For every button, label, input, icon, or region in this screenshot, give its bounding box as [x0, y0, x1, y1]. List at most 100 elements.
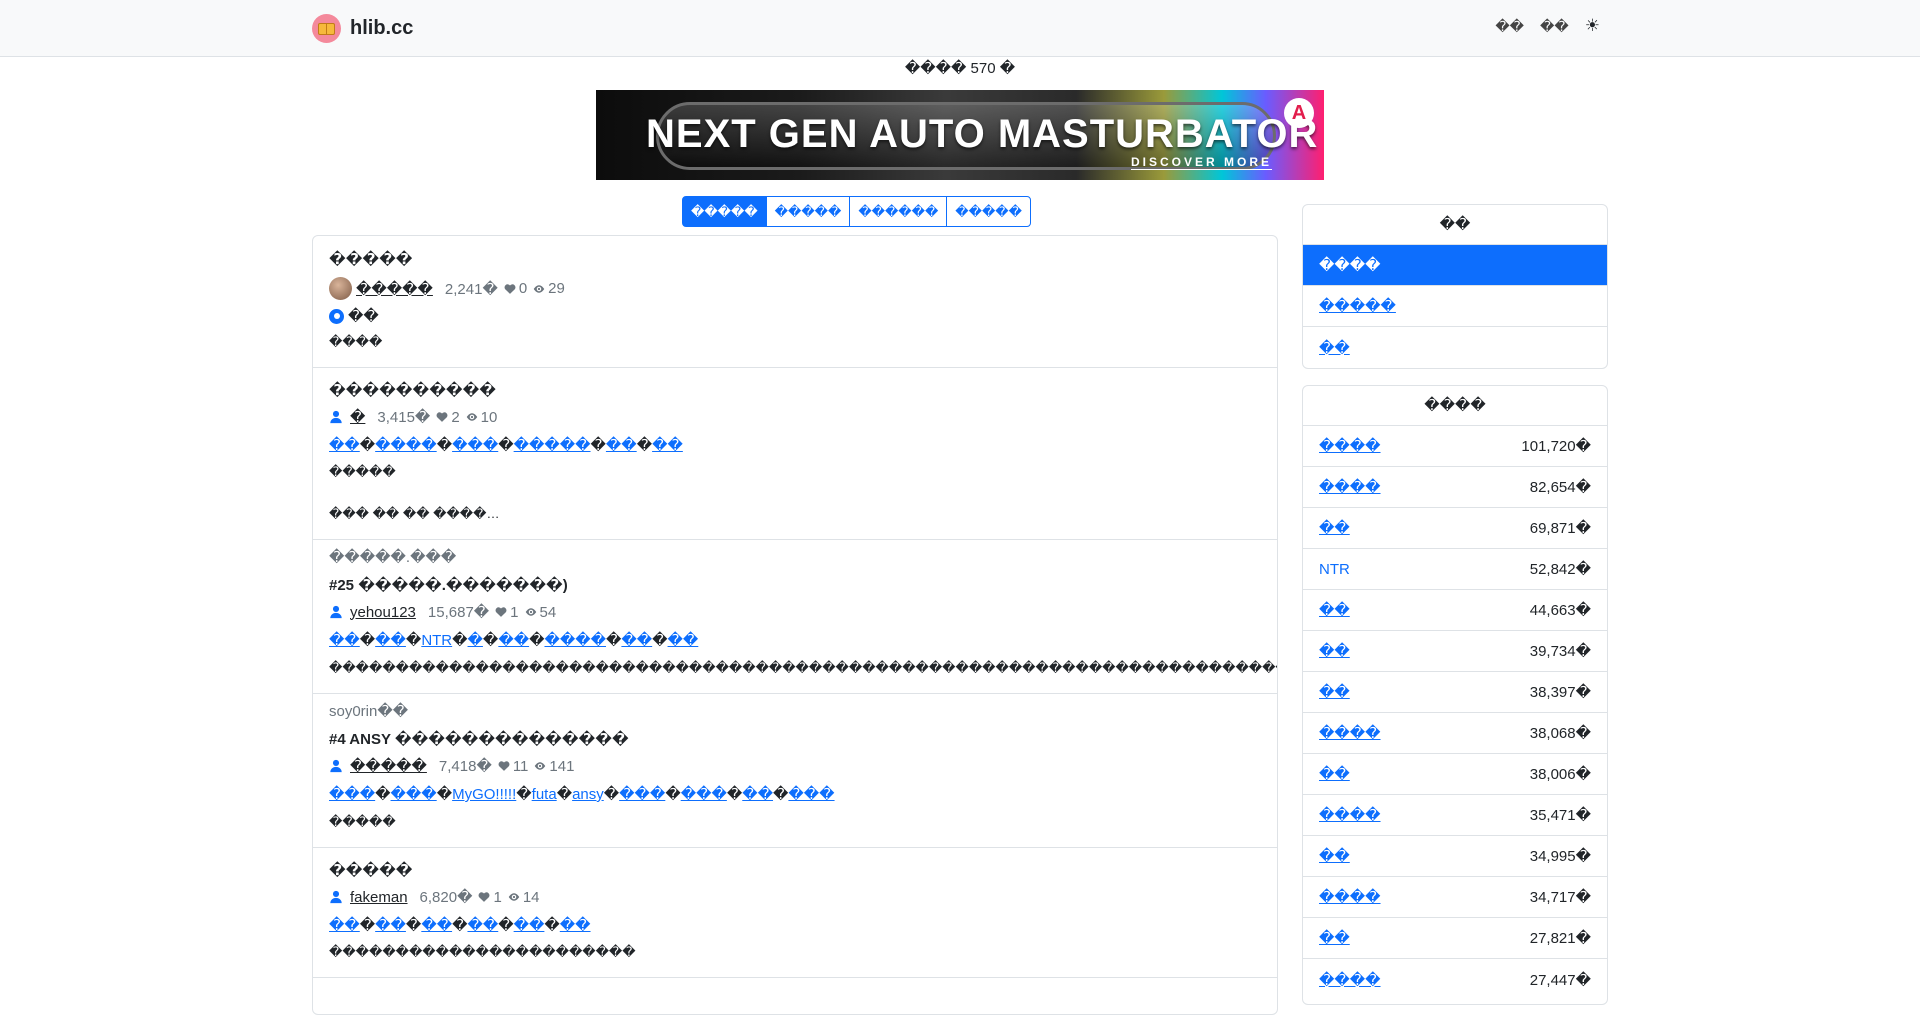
tag-link[interactable]: � [468, 632, 483, 649]
sort-tab-2[interactable]: ����� [765, 196, 851, 227]
sidebar-tag-name[interactable]: �� [1319, 929, 1350, 947]
post-title[interactable]: #4 ANSY �������������� [329, 730, 629, 748]
tag-link[interactable]: ��� [788, 786, 834, 803]
sidebar-tag-row[interactable]: ���� 101,720� [1303, 426, 1607, 467]
tag-link[interactable]: ����� [514, 437, 591, 454]
sidebar-tag-name[interactable]: NTR [1319, 561, 1350, 578]
post-item[interactable]: ����� ����� 2,241� 0 29 �� ���� [313, 236, 1277, 368]
sidebar-tag-row[interactable]: �� 69,871� [1303, 508, 1607, 549]
tag-link[interactable]: �� [652, 437, 683, 454]
post-author[interactable]: ����� [350, 757, 427, 775]
tag-link[interactable]: �� [560, 917, 591, 934]
tag-link[interactable]: ��� [452, 437, 498, 454]
tag-link[interactable]: �� [514, 917, 545, 934]
user-icon [330, 759, 342, 773]
post-series[interactable]: �����.��� [329, 548, 456, 566]
post-author[interactable]: � [350, 408, 365, 426]
sidebar-nav-item[interactable]: �� [1303, 327, 1607, 368]
nav-link-2[interactable]: �� [1540, 18, 1569, 35]
post-title[interactable]: ����� [329, 250, 413, 268]
tag-link[interactable]: �� [375, 632, 406, 649]
tag-link[interactable]: ��� [391, 786, 437, 803]
sidebar-tag-count: 27,821� [1529, 930, 1591, 947]
sort-tab-3[interactable]: ������ [849, 196, 948, 227]
post-item[interactable]: ���������� � 3,415� 2 10 ���������������… [313, 367, 1277, 540]
sidebar-tag-row[interactable]: �� 34,995� [1303, 836, 1607, 877]
sidebar-tag-name[interactable]: �� [1319, 642, 1350, 660]
tag-link[interactable]: �� [742, 786, 773, 803]
tag-link[interactable]: futa [532, 786, 557, 803]
sidebar-tag-count: 38,006� [1529, 766, 1591, 783]
sidebar-nav-item-label[interactable]: ����� [1319, 297, 1396, 315]
sidebar-tag-row[interactable]: ���� 34,717� [1303, 877, 1607, 918]
sort-tab-1[interactable]: ����� [682, 196, 767, 227]
tag-link[interactable]: �� [329, 917, 360, 934]
sidebar-tag-row[interactable]: ���� 27,447� [1303, 959, 1607, 1000]
heart-icon [495, 607, 507, 617]
sun-theme-toggle-icon[interactable]: ☀ [1585, 17, 1600, 35]
sidebar-tag-name[interactable]: �� [1319, 519, 1350, 537]
sort-tab-4[interactable]: ����� [946, 196, 1031, 227]
sidebar-tag-count: 44,663� [1529, 602, 1591, 619]
tag-link[interactable]: ansy [572, 786, 604, 803]
post-author[interactable]: ����� [356, 280, 433, 298]
sidebar-nav-item-active[interactable]: ���� [1303, 245, 1607, 286]
sidebar-tag-row[interactable]: �� 27,821� [1303, 918, 1607, 959]
sidebar-tag-name[interactable]: ���� [1319, 806, 1381, 824]
post-author[interactable]: yehou123 [350, 604, 416, 621]
tag-link[interactable]: �� [375, 917, 406, 934]
nav-link-1[interactable]: �� [1495, 18, 1524, 35]
sidebar-tag-name[interactable]: �� [1319, 683, 1350, 701]
tag-link[interactable]: �� [329, 632, 360, 649]
sidebar-tag-row[interactable]: �� 44,663� [1303, 590, 1607, 631]
sidebar-nav-item[interactable]: ����� [1303, 286, 1607, 327]
sidebar-tag-row[interactable]: NTR 52,842� [1303, 549, 1607, 590]
sidebar-tag-name[interactable]: �� [1319, 765, 1350, 783]
sidebar-tag-name[interactable]: �� [1319, 601, 1350, 619]
tag-link[interactable]: MyGO!!!!! [452, 786, 516, 803]
tag-link[interactable]: �� [467, 917, 498, 934]
sidebar-tag-row[interactable]: ���� 35,471� [1303, 795, 1607, 836]
post-item[interactable]: soy0rin�� #4 ANSY �������������� ����� 7… [313, 693, 1277, 848]
sidebar-tag-row[interactable]: �� 38,397� [1303, 672, 1607, 713]
post-title[interactable]: ����� [329, 861, 413, 879]
sidebar-tag-name[interactable]: ���� [1319, 971, 1381, 989]
tag-link[interactable]: �� [621, 632, 652, 649]
tag-link[interactable]: �� [329, 437, 360, 454]
sidebar-tag-name[interactable]: ���� [1319, 437, 1381, 455]
post-list: ����� ����� 2,241� 0 29 �� ���� ��������… [312, 235, 1278, 1015]
sidebar-tag-row[interactable]: �� 39,734� [1303, 631, 1607, 672]
post-title[interactable]: ���������� [329, 381, 496, 399]
sidebar-tag-name[interactable]: ���� [1319, 478, 1381, 496]
sidebar-tag-row[interactable]: ���� 82,654� [1303, 467, 1607, 508]
tag-link[interactable]: �� [498, 632, 529, 649]
post-item[interactable]: ����� fakeman 6,820� 1 14 ��������������… [313, 847, 1277, 978]
sidebar-tag-name[interactable]: �� [1319, 847, 1350, 865]
tag-link[interactable]: ���� [375, 437, 437, 454]
sidebar-tag-count: 35,471� [1529, 807, 1591, 824]
eye-icon [533, 284, 545, 293]
avatar[interactable] [329, 277, 352, 300]
sidebar-tag-name[interactable]: ���� [1319, 724, 1381, 742]
post-author[interactable]: fakeman [350, 889, 408, 906]
tag-link[interactable]: �� [668, 632, 699, 649]
post-likes: 1 [493, 888, 502, 906]
tag-link[interactable]: ���� [544, 632, 606, 649]
tag-link[interactable]: ��� [329, 786, 375, 803]
post-series[interactable]: soy0rin�� [329, 702, 408, 720]
sidebar-nav-item-label[interactable]: �� [1319, 339, 1350, 357]
post-item[interactable]: �����.��� #25 �����.�������) yehou123 15… [313, 539, 1277, 694]
sidebar-tag-row[interactable]: �� 38,006� [1303, 754, 1607, 795]
user-icon [330, 890, 342, 904]
tag-link[interactable]: ��� [619, 786, 665, 803]
tag-link[interactable]: �� [606, 437, 637, 454]
tag-link[interactable]: �� [421, 917, 452, 934]
sidebar-tag-row[interactable]: ���� 38,068� [1303, 713, 1607, 754]
post-title[interactable]: #25 �����.�������) [329, 576, 568, 594]
sidebar-nav-item-label[interactable]: ���� [1319, 256, 1381, 274]
tag-link[interactable]: NTR [421, 632, 452, 649]
brand-link[interactable]: hlib.cc [312, 14, 413, 43]
ad-banner[interactable]: NEXT GEN AUTO MASTURBATOR DISCOVER MORE … [596, 90, 1324, 180]
sidebar-tag-name[interactable]: ���� [1319, 888, 1381, 906]
tag-link[interactable]: ��� [681, 786, 727, 803]
